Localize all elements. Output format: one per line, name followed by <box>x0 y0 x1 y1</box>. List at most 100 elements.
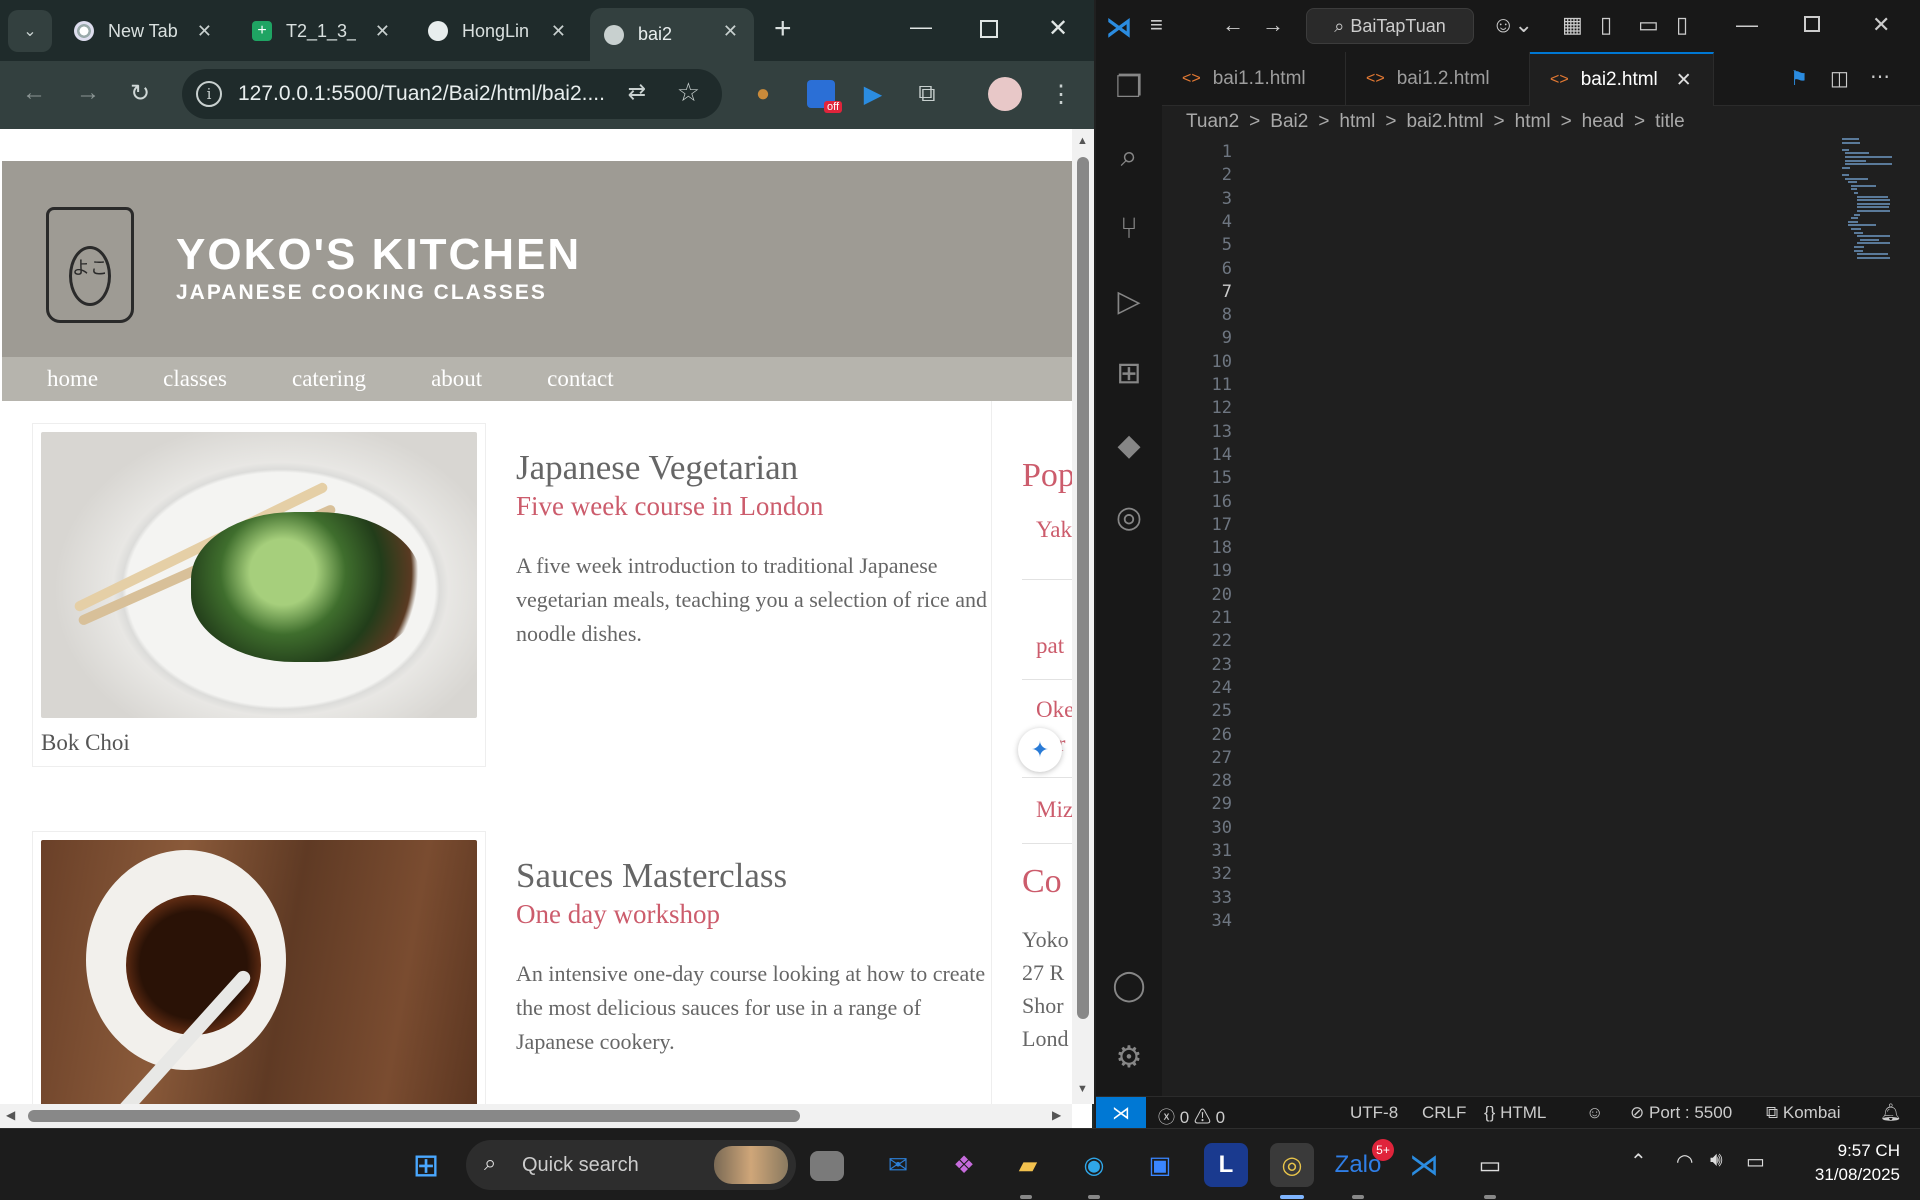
wifi-icon[interactable]: ◠ <box>1676 1149 1693 1174</box>
scroll-thumb[interactable] <box>28 1110 800 1122</box>
battery-icon[interactable]: ▭ <box>1746 1149 1765 1174</box>
volume-icon[interactable]: 🔊︎ <box>1710 1149 1723 1172</box>
puzzle-extensions-icon[interactable]: ⧉ <box>910 77 944 111</box>
outlook-preview-icon[interactable]: ✉ <box>876 1143 920 1187</box>
docker-icon[interactable]: ◎ <box>1110 498 1148 536</box>
site-info-icon[interactable]: i <box>196 81 222 107</box>
new-tab-button[interactable]: + <box>774 12 792 46</box>
more-actions-icon[interactable]: ⋯ <box>1870 64 1890 89</box>
hamburger-menu-icon[interactable]: ≡ <box>1150 12 1163 38</box>
nav-classes[interactable]: classes <box>163 357 227 401</box>
editor-tab-bai2[interactable]: <> bai2.html ✕ <box>1530 52 1714 106</box>
nav-contact[interactable]: contact <box>547 357 613 401</box>
kombai-status[interactable]: ⧉ Kombai <box>1766 1103 1841 1123</box>
reload-icon[interactable]: ↻ <box>130 79 150 108</box>
breadcrumb-item[interactable]: bai2.html <box>1406 111 1483 133</box>
menu-kebab-icon[interactable]: ⋮ <box>1044 77 1078 111</box>
tab-bai2[interactable]: bai2 ✕ <box>590 8 754 61</box>
terminal-icon[interactable]: ▭ <box>1468 1143 1512 1187</box>
eol-indicator[interactable]: CRLF <box>1422 1103 1466 1123</box>
minimize-icon[interactable]: — <box>910 14 932 40</box>
edge-icon[interactable]: ◉ <box>1072 1143 1116 1187</box>
notifications-bell-icon[interactable]: 🔔︎ <box>1880 1103 1902 1123</box>
forward-icon[interactable]: → <box>1262 12 1284 38</box>
nav-catering[interactable]: catering <box>292 357 366 401</box>
page-horizontal-scrollbar[interactable]: ◀ ▶ <box>0 1104 1072 1128</box>
popular-item-link[interactable]: pat <box>1036 629 1064 663</box>
copilot-icon[interactable]: ☺⌄ <box>1492 12 1533 38</box>
breadcrumb-item[interactable]: Bai2 <box>1270 111 1308 133</box>
search-icon[interactable]: ⌕ <box>1110 138 1148 176</box>
breadcrumb-item[interactable]: Tuan2 <box>1186 111 1239 133</box>
live-server-port[interactable]: ⊘ Port : 5500 <box>1630 1103 1732 1123</box>
scroll-left-icon[interactable]: ◀ <box>6 1108 15 1122</box>
window-close-icon[interactable]: ✕ <box>1048 14 1068 43</box>
source-control-icon[interactable]: ⑂ <box>1110 210 1148 248</box>
editor-scrollbar[interactable] <box>1906 138 1920 1096</box>
close-icon[interactable]: ✕ <box>375 21 390 42</box>
settings-gear-icon[interactable]: ⚙ <box>1110 1038 1148 1076</box>
cookie-extension-icon[interactable]: ● <box>746 77 780 111</box>
breadcrumb-item[interactable]: head <box>1582 111 1624 133</box>
quick-search-box[interactable]: ⌕ Quick search <box>466 1140 796 1190</box>
scroll-down-icon[interactable]: ▼ <box>1077 1083 1088 1095</box>
problems-indicator[interactable]: ⓧ 0 ⚠ 0 <box>1158 1103 1225 1128</box>
close-icon[interactable]: ✕ <box>197 21 212 42</box>
editor-tab-bai1-1[interactable]: <> bai1.1.html <box>1162 52 1346 106</box>
split-editor-icon[interactable]: ◫ <box>1830 66 1849 91</box>
file-explorer-icon[interactable]: ▰ <box>1006 1143 1050 1187</box>
bookmark-star-icon[interactable]: ☆ <box>677 77 700 108</box>
explorer-icon[interactable]: ❐ <box>1110 68 1148 106</box>
popular-item-link[interactable]: Oke <box>1036 693 1072 727</box>
page-vertical-scrollbar[interactable]: ▲ ▼ <box>1072 129 1094 1104</box>
editor-tab-bai1-2[interactable]: <> bai1.2.html <box>1346 52 1530 106</box>
store-icon[interactable]: ▣ <box>1138 1143 1182 1187</box>
run-debug-icon[interactable]: ▷ <box>1110 282 1148 320</box>
toggle-panel-icon[interactable]: ▭ <box>1638 12 1659 38</box>
forward-icon[interactable]: → <box>76 79 100 107</box>
account-icon[interactable]: ◯ <box>1110 966 1148 1004</box>
code-editor[interactable]: 1 2 3 4 5 6 7 8 9 10 11 12 13 14 15 16 17 18 19 20 21 22 23 24 2… <box>1162 138 1920 1096</box>
floating-assistant-icon[interactable]: ✦ <box>1018 728 1062 772</box>
remote-icon[interactable]: ⋊ <box>1096 1097 1146 1129</box>
tab-search-button[interactable]: ⌄ <box>8 10 52 52</box>
system-clock[interactable]: 9:57 CH 31/08/2025 <box>1780 1139 1900 1187</box>
minimize-icon[interactable]: — <box>1736 12 1758 38</box>
minimap[interactable] <box>1842 138 1900 278</box>
tab-github[interactable]: HongLin ✕ <box>414 8 582 54</box>
go-live-icon[interactable]: ⚑ <box>1790 66 1808 91</box>
extension-off-icon[interactable]: off <box>804 77 842 113</box>
maximize-icon[interactable] <box>1804 16 1820 32</box>
encoding-indicator[interactable]: UTF-8 <box>1350 1103 1398 1123</box>
breadcrumb-item[interactable]: html <box>1515 111 1551 133</box>
back-icon[interactable]: ← <box>1222 12 1244 38</box>
scroll-thumb[interactable] <box>1077 157 1089 1019</box>
address-bar[interactable]: i 127.0.0.1:5500/Tuan2/Bai2/html/bai2...… <box>182 69 722 119</box>
cursor-extension-icon[interactable]: ▶ <box>856 77 890 111</box>
chrome-icon[interactable]: ◎ <box>1270 1143 1314 1187</box>
popular-item-link[interactable]: Miz <box>1036 793 1072 827</box>
close-icon[interactable]: ✕ <box>551 21 566 42</box>
extensions-icon[interactable]: ⊞ <box>1110 354 1148 392</box>
maximize-icon[interactable] <box>980 20 998 38</box>
customize-layout-icon[interactable]: ▦ <box>1562 12 1583 38</box>
back-icon[interactable]: ← <box>22 79 46 107</box>
task-view-icon[interactable] <box>810 1151 844 1181</box>
tab-sheets[interactable]: + T2_1_3_T ✕ <box>238 8 406 54</box>
window-close-icon[interactable]: ✕ <box>1872 12 1890 38</box>
vscode-icon[interactable]: ⋊ <box>1402 1143 1446 1187</box>
tab-new-tab[interactable]: New Tab ✕ <box>60 8 228 54</box>
breadcrumb-item[interactable]: title <box>1655 111 1685 133</box>
windows-start-icon[interactable]: ⊞ <box>404 1143 448 1187</box>
toggle-sidebar-icon[interactable]: ▯ <box>1600 12 1612 38</box>
close-icon[interactable]: ✕ <box>1676 69 1692 92</box>
close-icon[interactable]: ✕ <box>723 21 738 42</box>
scroll-right-icon[interactable]: ▶ <box>1052 1108 1061 1122</box>
scroll-up-icon[interactable]: ▲ <box>1077 135 1088 147</box>
profile-avatar[interactable] <box>988 77 1022 111</box>
copilot-status-icon[interactable]: ☺ <box>1586 1103 1603 1123</box>
nav-about[interactable]: about <box>431 357 482 401</box>
nav-home[interactable]: home <box>47 357 98 401</box>
command-center-search[interactable]: ⌕ BaiTapTuan <box>1306 8 1474 44</box>
copilot-icon[interactable]: ❖ <box>942 1143 986 1187</box>
